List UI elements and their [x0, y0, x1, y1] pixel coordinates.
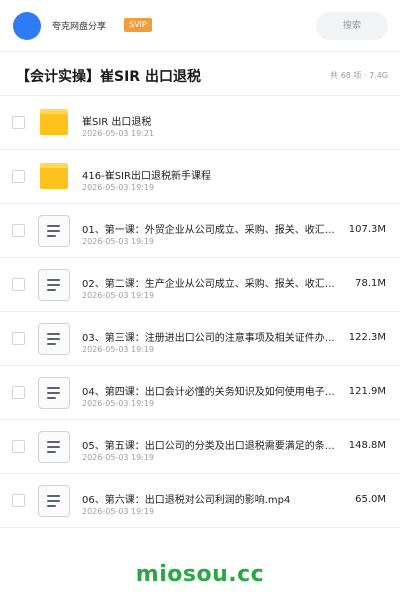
row-checkbox[interactable] — [12, 224, 25, 237]
file-row[interactable]: 04、第四课：出口会计必懂的关务知识及如何使用电子… 2026-05-03 19:… — [0, 366, 400, 420]
watermark: miosou.cc — [135, 562, 265, 587]
svip-badge: SVIP — [124, 18, 152, 32]
file-date: 2026-05-03 19:19 — [82, 507, 155, 516]
file-size: 78.1M — [355, 278, 386, 289]
folder-header: 【会计实操】崔SIR 出口退税 共 68 项 · 7.4G — [0, 52, 400, 96]
document-icon — [38, 269, 70, 301]
file-date: 2026-05-03 19:19 — [82, 291, 155, 300]
document-icon — [38, 431, 70, 463]
folder-meta: 共 68 项 · 7.4G — [330, 71, 388, 80]
file-name: 06、第六课：出口退税对公司利润的影响.mp4 — [82, 495, 291, 506]
row-checkbox[interactable] — [12, 170, 25, 183]
file-name: 01、第一课：外贸企业从公司成立、采购、报关、收汇… — [82, 225, 335, 236]
top-bar: 夸克网盘分享 SVIP 搜索 — [0, 0, 400, 52]
row-checkbox[interactable] — [12, 386, 25, 399]
file-size: 122.3M — [348, 332, 386, 343]
row-checkbox[interactable] — [12, 440, 25, 453]
file-name: 05、第五课：出口公司的分类及出口退税需要满足的条… — [82, 441, 335, 452]
file-date: 2026-05-03 19:19 — [82, 345, 155, 354]
file-name: 03、第三课：注册进出口公司的注意事项及相关证件办… — [82, 333, 335, 344]
folder-icon — [38, 107, 70, 139]
document-icon — [38, 215, 70, 247]
file-row[interactable]: 416-崔SIR出口退税新手课程 2026-05-03 19:19 — [0, 150, 400, 204]
document-icon — [38, 485, 70, 517]
file-name: 04、第四课：出口会计必懂的关务知识及如何使用电子… — [82, 387, 335, 398]
file-name: 02、第二课：生产企业从公司成立、采购、报关、收汇… — [82, 279, 335, 290]
file-row[interactable]: 02、第二课：生产企业从公司成立、采购、报关、收汇… 2026-05-03 19:… — [0, 258, 400, 312]
file-date: 2026-05-03 19:19 — [82, 453, 155, 462]
file-name: 崔SIR 出口退税 — [82, 117, 152, 128]
file-date: 2026-05-03 19:19 — [82, 183, 155, 192]
file-name: 416-崔SIR出口退税新手课程 — [82, 171, 211, 182]
file-row[interactable]: 05、第五课：出口公司的分类及出口退税需要满足的条… 2026-05-03 19:… — [0, 420, 400, 474]
file-row[interactable]: 崔SIR 出口退税 2026-05-03 19:21 — [0, 96, 400, 150]
file-size: 107.3M — [348, 224, 386, 235]
row-checkbox[interactable] — [12, 278, 25, 291]
file-list: 崔SIR 出口退税 2026-05-03 19:21 416-崔SIR出口退税新手课… — [0, 96, 400, 528]
row-checkbox[interactable] — [12, 494, 25, 507]
file-row[interactable]: 03、第三课：注册进出口公司的注意事项及相关证件办… 2026-05-03 19:… — [0, 312, 400, 366]
document-icon — [38, 377, 70, 409]
file-size: 121.9M — [348, 386, 386, 397]
brand-name: 夸克网盘分享 — [52, 22, 107, 32]
file-date: 2026-05-03 19:19 — [82, 237, 155, 246]
folder-title: 【会计实操】崔SIR 出口退税 — [16, 69, 201, 85]
file-date: 2026-05-03 19:21 — [82, 129, 155, 138]
search-button[interactable]: 搜索 — [316, 12, 388, 40]
file-size: 148.8M — [348, 440, 386, 451]
document-icon — [38, 323, 70, 355]
folder-icon — [38, 161, 70, 193]
file-row[interactable]: 06、第六课：出口退税对公司利润的影响.mp4 2026-05-03 19:19 6… — [0, 474, 400, 528]
row-checkbox[interactable] — [12, 116, 25, 129]
file-date: 2026-05-03 19:19 — [82, 399, 155, 408]
row-checkbox[interactable] — [12, 332, 25, 345]
file-row[interactable]: 01、第一课：外贸企业从公司成立、采购、报关、收汇… 2026-05-03 19:… — [0, 204, 400, 258]
avatar[interactable] — [13, 12, 41, 40]
file-size: 65.0M — [355, 494, 386, 505]
